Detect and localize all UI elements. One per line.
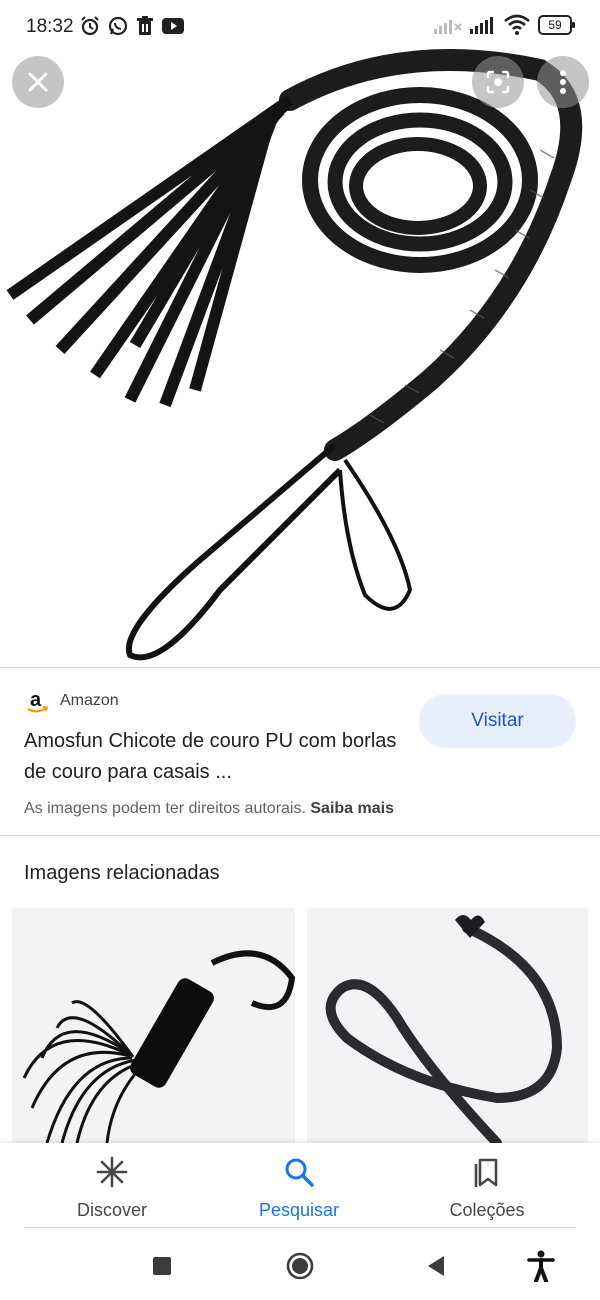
trash-icon [137, 16, 153, 35]
copyright-text: As imagens podem ter direitos autorais. [24, 800, 306, 817]
lens-button[interactable] [472, 56, 524, 108]
status-system-icons: 59 [434, 14, 575, 36]
battery-icon: 59 [538, 15, 575, 35]
copyright-notice: As imagens podem ter direitos autorais. … [24, 800, 394, 818]
related-image-thumbnail[interactable] [12, 908, 295, 1144]
more-vert-icon [560, 70, 566, 94]
nav-collections-label: Coleções [449, 1200, 525, 1220]
braided-whip-image [325, 915, 563, 1144]
signal-icon [434, 20, 462, 34]
more-options-button[interactable] [537, 56, 589, 108]
nav-discover[interactable]: Discover [42, 1155, 182, 1221]
source-row[interactable]: a Amazon [24, 688, 119, 714]
main-image[interactable] [0, 0, 600, 668]
divider [0, 835, 600, 836]
bookmark-icon [474, 1158, 498, 1187]
nav-search-label: Pesquisar [258, 1200, 340, 1220]
svg-text:a: a [30, 689, 42, 711]
status-bar: 18:32 59 [0, 0, 600, 56]
search-icon [285, 1158, 314, 1187]
whatsapp-icon [108, 16, 128, 36]
accessibility-button[interactable] [521, 1246, 561, 1286]
close-button[interactable] [12, 56, 64, 108]
related-images-heading: Imagens relacionadas [24, 862, 220, 884]
related-image-thumbnail[interactable] [307, 908, 588, 1144]
learn-more-link[interactable]: Saiba mais [310, 800, 394, 817]
home-button[interactable] [280, 1246, 320, 1286]
back-triangle-icon [428, 1256, 444, 1276]
status-time: 18:32 [26, 16, 74, 37]
divider [24, 1227, 576, 1228]
status-notification-icons [80, 16, 184, 36]
recents-button[interactable] [142, 1246, 182, 1286]
amazon-logo: a [24, 688, 50, 714]
nav-collections[interactable]: Coleções [417, 1155, 557, 1221]
youtube-icon [162, 18, 184, 34]
product-title[interactable]: Amosfun Chicote de couro PU com borlas d… [24, 726, 404, 788]
amazon-logo-icon: a [27, 689, 49, 713]
signal-strength-icon [470, 17, 493, 34]
close-icon [28, 72, 48, 92]
wifi-icon [504, 14, 530, 35]
source-name: Amazon [60, 692, 119, 709]
recents-square-icon [153, 1257, 171, 1275]
home-circle-icon [286, 1252, 314, 1280]
flogger-image [22, 950, 295, 1144]
alarm-icon [81, 16, 99, 36]
visit-button[interactable]: Visitar [419, 694, 576, 748]
accessibility-icon [527, 1250, 555, 1282]
bottom-navigation: Discover Pesquisar Coleções [0, 1143, 600, 1229]
system-navigation-bar [0, 1232, 600, 1300]
nav-discover-label: Discover [76, 1200, 147, 1220]
back-button[interactable] [416, 1246, 456, 1286]
asterisk-icon [96, 1156, 128, 1188]
battery-level: 59 [548, 18, 562, 32]
lens-icon [486, 70, 510, 94]
divider [0, 667, 600, 668]
nav-search[interactable]: Pesquisar [229, 1155, 369, 1221]
